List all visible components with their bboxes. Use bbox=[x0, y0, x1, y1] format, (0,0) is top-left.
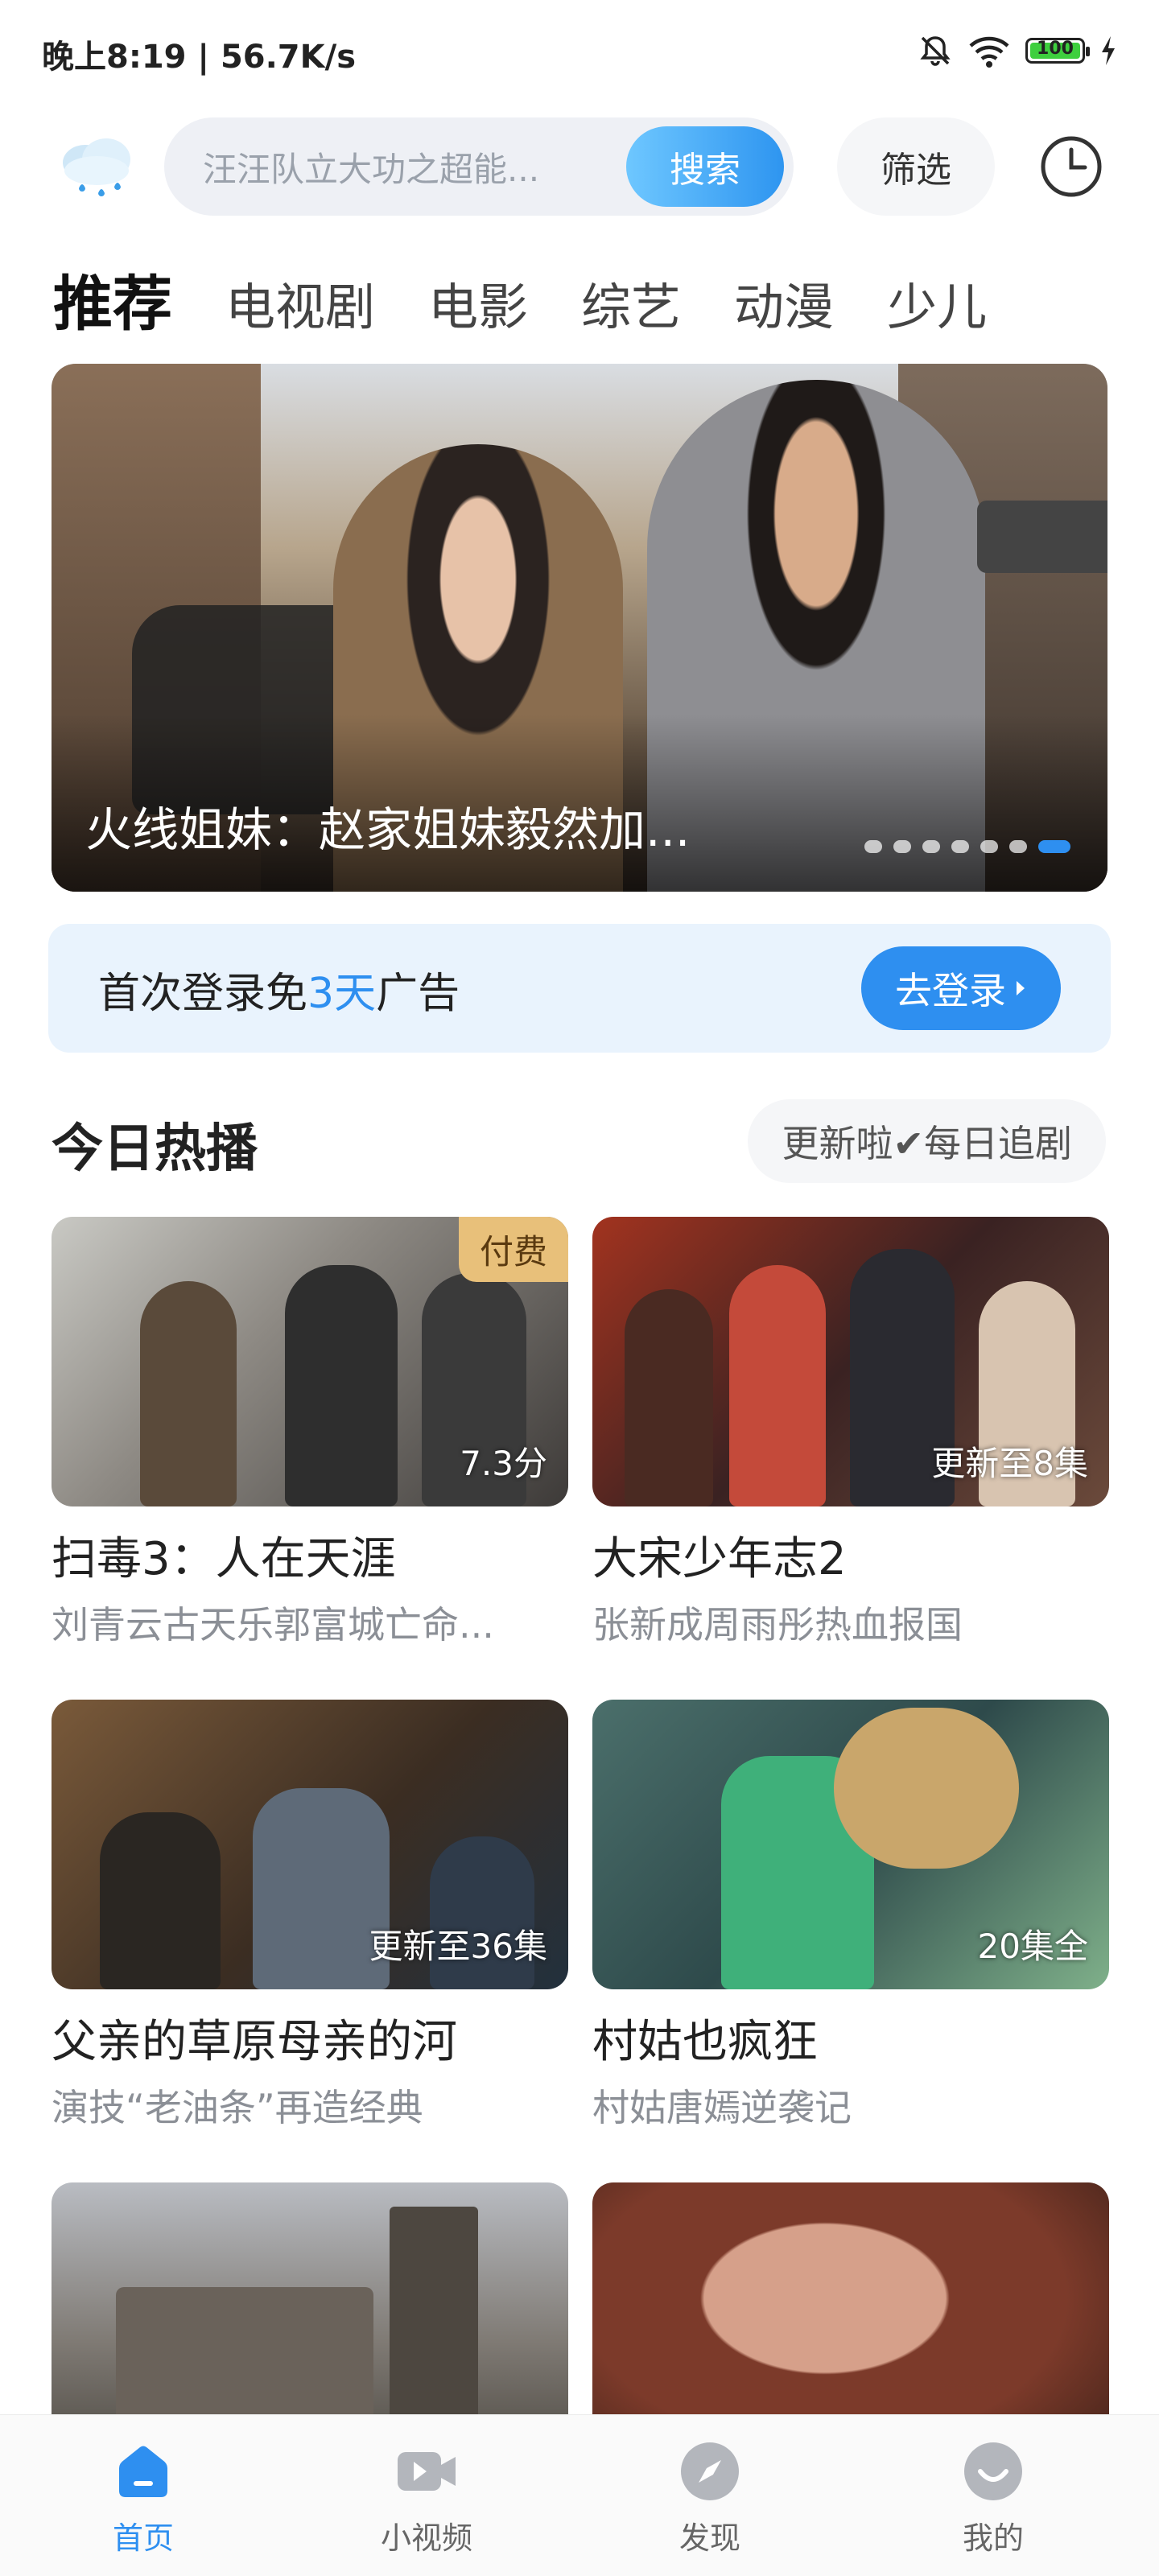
pay-badge: 付费 bbox=[458, 1217, 568, 1282]
mute-bell-icon bbox=[920, 36, 951, 66]
video-card[interactable]: 付费 7.3分 扫毒3：人在天涯 刘青云古天乐郭富城亡命... bbox=[52, 1217, 568, 1649]
video-subtitle: 演技“老油条”再造经典 bbox=[52, 2086, 423, 2129]
video-thumbnail[interactable]: 付费 7.3分 bbox=[52, 1217, 568, 1506]
video-thumbnail[interactable]: 更新至36集 bbox=[52, 1700, 568, 1989]
search-button[interactable]: 搜索 bbox=[626, 126, 784, 207]
tab-tv-series[interactable]: 电视剧 bbox=[225, 266, 375, 339]
video-card[interactable]: 更新至36集 父亲的草原母亲的河 演技“老油条”再造经典 bbox=[52, 1700, 568, 2132]
tab-anime[interactable]: 动漫 bbox=[734, 266, 834, 339]
history-clock-icon[interactable] bbox=[1038, 134, 1104, 200]
status-icons: 100 bbox=[918, 31, 1117, 71]
pagination-dot[interactable] bbox=[864, 840, 882, 853]
promo-highlight: 3天 bbox=[307, 970, 377, 1018]
nav-short-video-label: 小视频 bbox=[380, 2520, 472, 2556]
login-promo-text: 首次登录免3天广告 bbox=[98, 970, 460, 1018]
episode-badge: 更新至36集 bbox=[369, 1927, 547, 1966]
wifi-icon bbox=[969, 36, 1009, 68]
battery-level: 100 bbox=[1037, 39, 1074, 59]
tab-kids[interactable]: 少儿 bbox=[887, 266, 987, 339]
tab-movies[interactable]: 电影 bbox=[428, 266, 528, 339]
filter-button[interactable]: 筛选 bbox=[837, 117, 995, 216]
tab-recommend[interactable]: 推荐 bbox=[53, 256, 172, 342]
compass-icon bbox=[681, 2442, 739, 2500]
weather-rain-icon[interactable] bbox=[53, 122, 142, 211]
nav-discover-label: 发现 bbox=[678, 2520, 740, 2556]
video-icon bbox=[398, 2452, 456, 2491]
daily-update-pill[interactable]: 更新啦✔每日追剧 bbox=[748, 1099, 1106, 1183]
home-icon bbox=[119, 2446, 167, 2497]
charging-icon bbox=[1102, 36, 1115, 65]
bottom-navigation: 首页 小视频 发现 我的 bbox=[0, 2414, 1159, 2576]
nav-home-label: 首页 bbox=[112, 2520, 174, 2556]
video-subtitle: 张新成周雨彤热血报国 bbox=[592, 1603, 963, 1647]
video-thumbnail[interactable]: 更新至8集 bbox=[592, 1217, 1109, 1506]
nav-home[interactable]: 首页 bbox=[63, 2438, 224, 2557]
pagination-dot[interactable] bbox=[893, 840, 911, 853]
nav-discover[interactable]: 发现 bbox=[629, 2438, 790, 2557]
nav-profile[interactable]: 我的 bbox=[913, 2438, 1074, 2557]
video-title[interactable]: 父亲的草原母亲的河 bbox=[52, 2005, 568, 2071]
battery-icon: 100 bbox=[1025, 38, 1090, 64]
profile-icon bbox=[964, 2442, 1022, 2500]
banner-pagination bbox=[864, 840, 1070, 853]
video-title[interactable]: 大宋少年志2 bbox=[592, 1523, 1109, 1588]
pagination-dot[interactable] bbox=[1009, 840, 1027, 853]
hero-banner[interactable]: 火线姐妹：赵家姐妹毅然加... bbox=[52, 364, 1107, 892]
nav-profile-label: 我的 bbox=[962, 2520, 1024, 2556]
section-title: 今日热播 bbox=[52, 1119, 258, 1179]
video-thumbnail[interactable]: 20集全 bbox=[592, 1700, 1109, 1989]
category-tabs: 推荐 电视剧 电影 综艺 动漫 少儿 bbox=[53, 256, 987, 342]
episode-badge: 更新至8集 bbox=[931, 1444, 1088, 1483]
pagination-dot-active[interactable] bbox=[1038, 840, 1070, 853]
banner-title: 火线姐妹：赵家姐妹毅然加... bbox=[85, 802, 691, 857]
video-card[interactable]: 更新至8集 大宋少年志2 张新成周雨彤热血报国 bbox=[592, 1217, 1109, 1649]
login-button[interactable]: 去登录 bbox=[861, 946, 1061, 1030]
login-promo-banner: 首次登录免3天广告 去登录 bbox=[48, 924, 1111, 1053]
video-title[interactable]: 扫毒3：人在天涯 bbox=[52, 1523, 568, 1588]
tab-variety[interactable]: 综艺 bbox=[581, 266, 681, 339]
video-subtitle: 刘青云古天乐郭富城亡命... bbox=[52, 1603, 494, 1647]
video-title[interactable]: 村姑也疯狂 bbox=[592, 2005, 1109, 2071]
video-card[interactable]: 20集全 村姑也疯狂 村姑唐嫣逆袭记 bbox=[592, 1700, 1109, 2132]
nav-short-video[interactable]: 小视频 bbox=[346, 2438, 507, 2557]
banner-image-pistol bbox=[977, 501, 1107, 573]
pagination-dot[interactable] bbox=[980, 840, 998, 853]
search-bar[interactable]: 汪汪队立大功之超能... 搜索 bbox=[164, 117, 794, 216]
video-subtitle: 村姑唐嫣逆袭记 bbox=[592, 2086, 852, 2129]
pagination-dot[interactable] bbox=[951, 840, 969, 853]
status-time-speed: 晚上8:19 | 56.7K/s bbox=[42, 39, 357, 76]
search-input[interactable]: 汪汪队立大功之超能... bbox=[203, 142, 626, 192]
rating-badge: 7.3分 bbox=[460, 1444, 547, 1483]
pagination-dot[interactable] bbox=[922, 840, 940, 853]
caret-right-icon bbox=[1017, 981, 1025, 995]
episode-badge: 20集全 bbox=[977, 1927, 1088, 1966]
